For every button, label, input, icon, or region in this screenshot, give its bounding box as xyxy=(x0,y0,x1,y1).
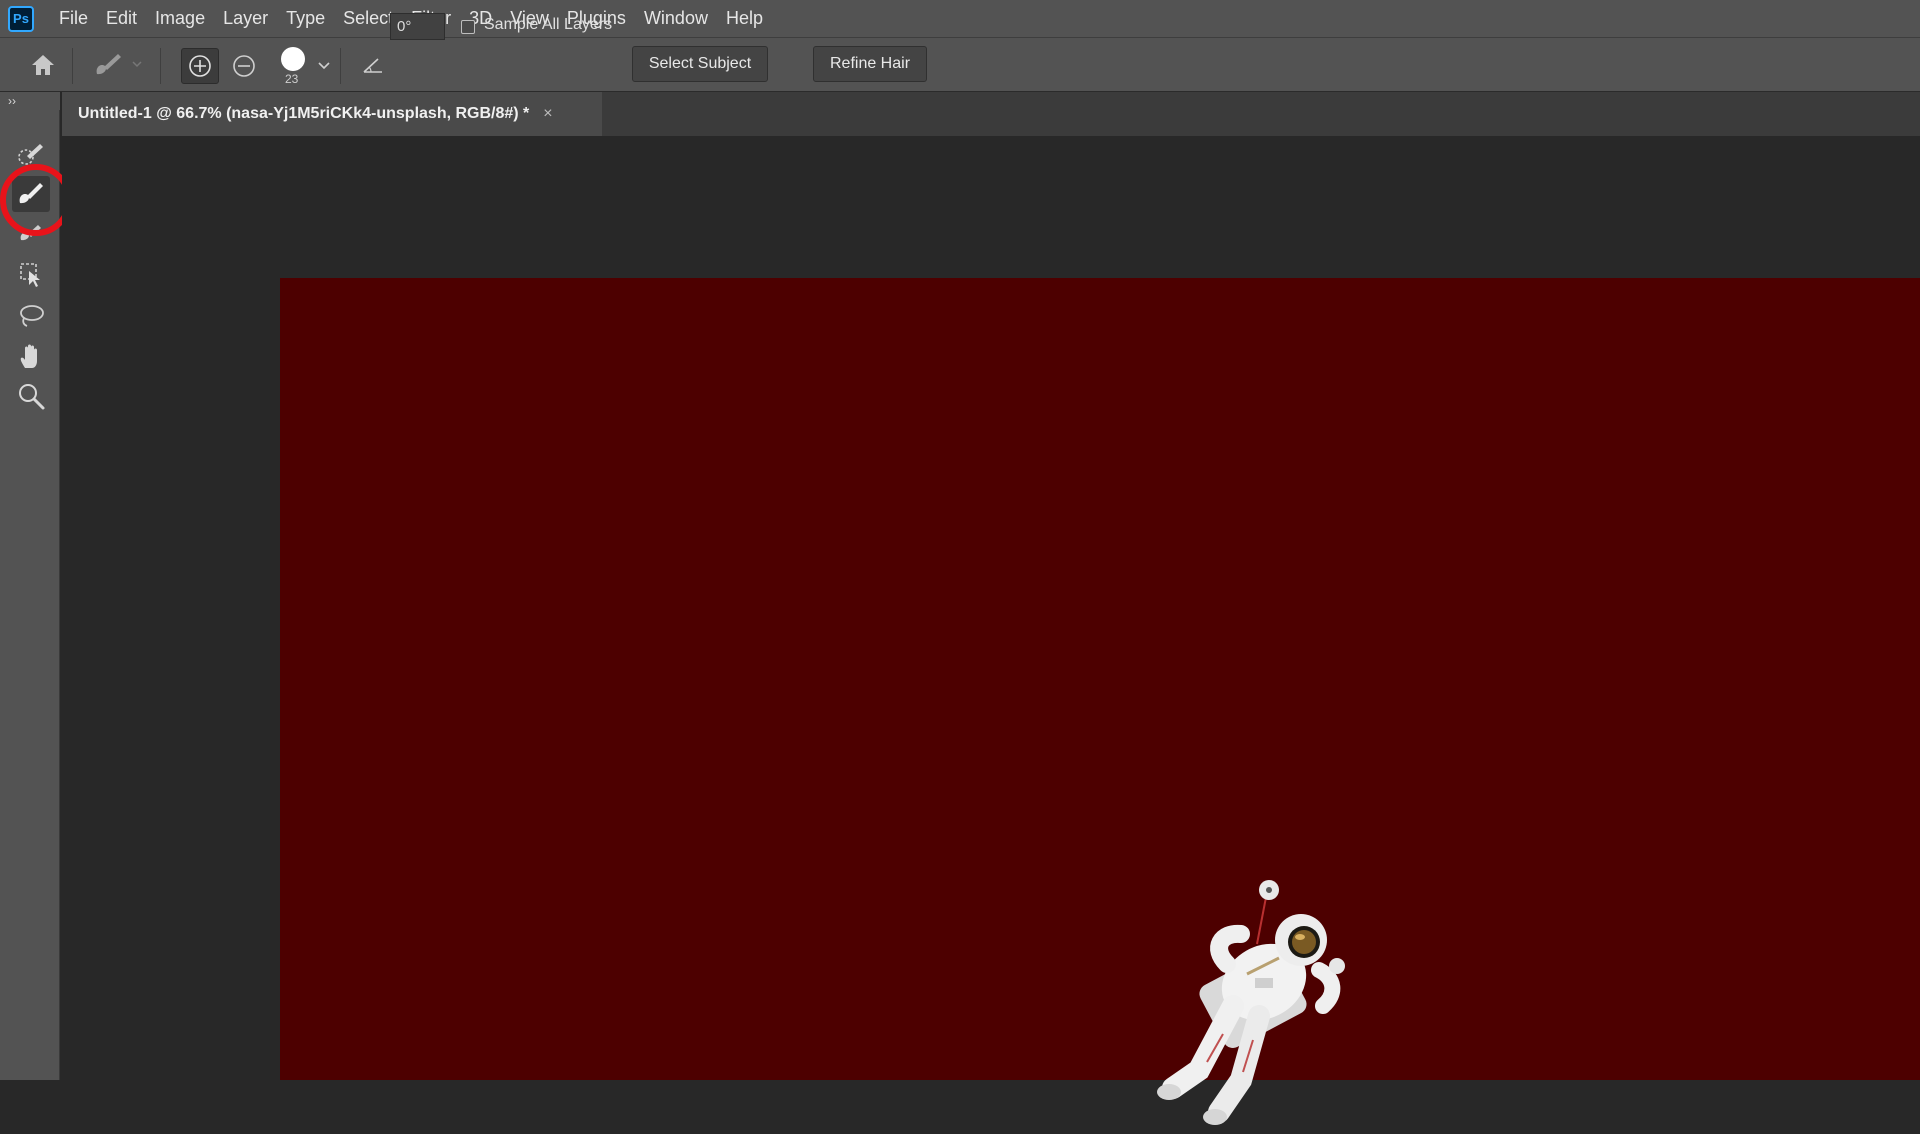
circle-plus-icon xyxy=(189,55,211,77)
astronaut-image xyxy=(1157,880,1345,1125)
zoom-icon[interactable] xyxy=(12,378,50,414)
document-canvas[interactable] xyxy=(280,278,1920,1125)
brush-size-value: 23 xyxy=(285,72,299,86)
sample-all-layers-label: Sample All Layers xyxy=(484,16,613,33)
lasso-icon[interactable] xyxy=(12,298,50,334)
menu-file[interactable]: File xyxy=(50,0,97,37)
menu-bar: Ps File Edit Image Layer Type Select Fil… xyxy=(0,0,1920,37)
tool-preset-brush-icon[interactable] xyxy=(88,49,128,81)
menu-image[interactable]: Image xyxy=(146,0,214,37)
menu-help[interactable]: Help xyxy=(717,0,772,37)
workspace xyxy=(62,136,1920,1125)
document-tab-title: Untitled-1 @ 66.7% (nasa-Yj1M5riCKk4-uns… xyxy=(78,105,530,122)
home-icon[interactable] xyxy=(26,50,60,80)
angle-icon xyxy=(360,52,386,78)
preset-chevron-down-icon[interactable] xyxy=(131,56,143,72)
menu-type[interactable]: Type xyxy=(277,0,334,37)
sample-all-layers-checkbox[interactable] xyxy=(461,20,475,34)
brush-chevron-down-icon[interactable] xyxy=(316,57,332,73)
menu-window[interactable]: Window xyxy=(635,0,717,37)
select-subject-button[interactable]: Select Subject xyxy=(632,46,768,82)
hand-icon[interactable] xyxy=(12,338,50,374)
menu-edit[interactable]: Edit xyxy=(97,0,146,37)
close-icon[interactable]: × xyxy=(543,105,552,123)
object-selection-icon[interactable] xyxy=(12,256,50,292)
photoshop-logo: Ps xyxy=(8,5,34,32)
circle-minus-icon xyxy=(233,55,255,77)
tools-panel xyxy=(0,110,60,1080)
document-tab-bar: Untitled-1 @ 66.7% (nasa-Yj1M5riCKk4-uns… xyxy=(62,92,1920,136)
brush-preview-icon[interactable] xyxy=(278,44,308,74)
angle-input[interactable]: 0° xyxy=(390,13,445,40)
document-tab[interactable]: Untitled-1 @ 66.7% (nasa-Yj1M5riCKk4-uns… xyxy=(62,92,602,136)
toolbar-collapse-button[interactable]: ›› xyxy=(0,92,60,110)
subtract-from-selection-button[interactable] xyxy=(226,48,262,84)
menu-layer[interactable]: Layer xyxy=(214,0,277,37)
add-to-selection-button[interactable] xyxy=(181,48,219,84)
refine-hair-button[interactable]: Refine Hair xyxy=(813,46,927,82)
